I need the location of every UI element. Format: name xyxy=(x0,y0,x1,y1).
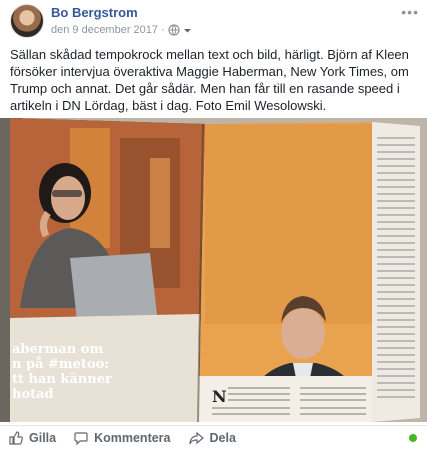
comment-label: Kommentera xyxy=(94,430,171,445)
share-label: Dela xyxy=(209,430,236,445)
magazine-spread-image: aberman om n på #metoo: tt han känner ho… xyxy=(0,118,427,422)
post-photo[interactable]: aberman om n på #metoo: tt han känner ho… xyxy=(0,118,427,422)
like-label: Gilla xyxy=(29,430,57,445)
share-button[interactable]: Dela xyxy=(188,430,236,445)
like-button[interactable]: Gilla xyxy=(9,431,56,445)
audience-caret-icon[interactable] xyxy=(183,26,192,35)
globe-icon[interactable] xyxy=(168,24,180,36)
post-date[interactable]: den 9 december 2017 xyxy=(51,24,158,36)
comment-button[interactable]: Kommentera xyxy=(74,430,171,445)
meta-separator: · xyxy=(161,24,165,36)
post-header: Bo Bergstrom den 9 december 2017 · ••• xyxy=(0,0,427,44)
photo-dropcap: N xyxy=(212,387,227,406)
thumbs-up-icon xyxy=(9,430,23,445)
avatar[interactable] xyxy=(10,4,44,38)
post-actions: Gilla Kommentera Dela xyxy=(0,425,427,449)
online-status-dot xyxy=(409,434,417,442)
post-text: Sällan skådad tempokrock mellan text och… xyxy=(10,47,409,113)
share-arrow-icon xyxy=(188,431,204,444)
more-options-icon[interactable]: ••• xyxy=(401,4,419,20)
comment-icon xyxy=(74,431,88,445)
author-name[interactable]: Bo Bergstrom xyxy=(51,5,138,20)
post-meta: den 9 december 2017 · xyxy=(51,24,192,36)
